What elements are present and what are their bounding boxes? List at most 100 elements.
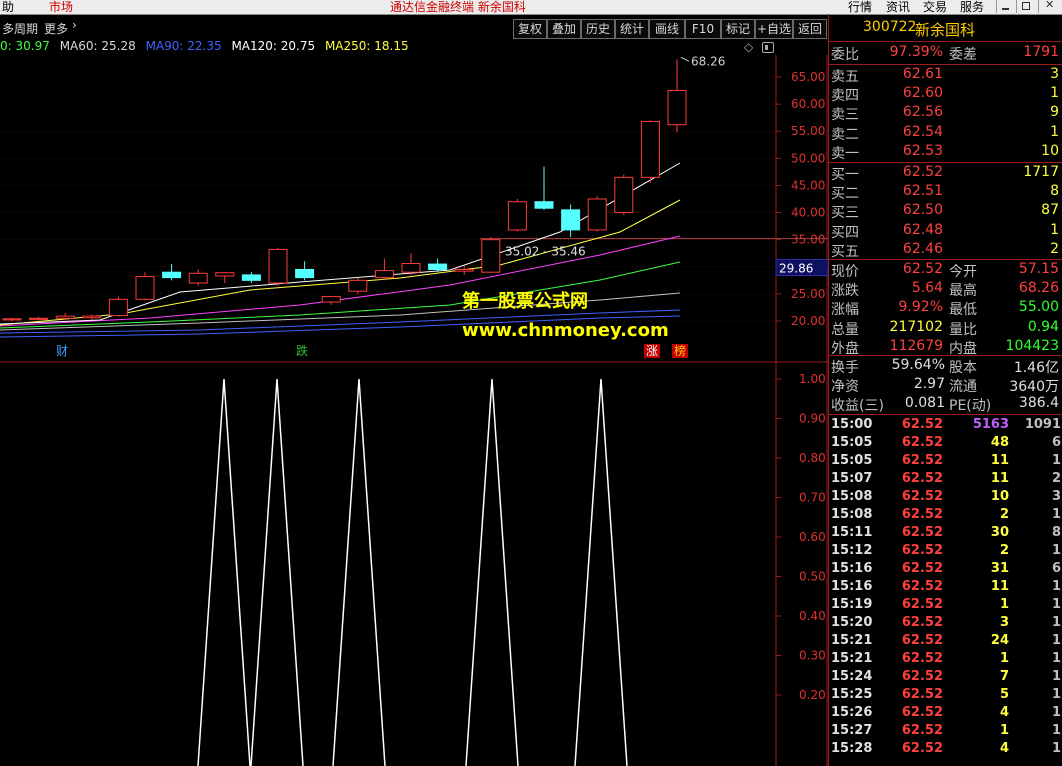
stat-value: 104423 [1005,337,1059,354]
candle-body [640,120,660,178]
tick-price: 62.52 [901,579,943,594]
tick-price: 62.52 [901,705,943,720]
stat-label: 量比 [949,321,977,338]
tick-price: 62.52 [901,453,943,468]
stat-row: 涨跌 5.64 最高 68.26 [829,280,1062,299]
tick-row: 15:20 62.52 3 1 [829,615,1062,633]
candle-body [55,315,75,319]
y-tick-label: 20.00 [791,314,825,328]
ask-label: 卖一 [831,145,859,162]
fund-row: 换手 59.64% 股本 1.46亿 [829,357,1062,376]
tick-time: 15:07 [831,471,873,486]
tick-count: 1 [1051,687,1061,702]
tick-price: 62.52 [901,597,943,612]
diamond-icon[interactable]: ◇ [744,40,753,54]
close-icon[interactable]: ✕ [1038,0,1061,13]
fund-label: 换手 [831,360,859,376]
tick-time: 15:24 [831,669,873,684]
ask-price: 62.54 [902,123,943,140]
button-adjust[interactable]: 复权 [513,19,547,39]
y-tick-label: 50.00 [791,151,825,165]
ask-row: 卖二 62.54 1 [829,124,1062,143]
ma120-value: MA120: 20.75 [231,39,316,53]
fund-value: 59.64% [891,357,945,373]
y-tick-label: 60.00 [791,97,825,111]
event-marker: 财 [56,344,68,358]
button-mark[interactable]: 标记 [721,19,755,39]
candle-body [241,274,261,281]
bid-label: 买三 [831,205,859,222]
bid-row: 买二 62.51 8 [829,183,1062,202]
stat-label: 最低 [949,302,977,319]
y-tick-label: 35.00 [791,233,825,247]
tick-volume: 10 [990,489,1009,504]
menu-service[interactable]: 服务 [960,0,984,15]
tick-count: 6 [1051,435,1061,450]
stat-value: 112679 [889,337,943,354]
tick-price: 62.52 [901,687,943,702]
tick-row: 15:25 62.52 5 1 [829,687,1062,705]
tick-price: 62.52 [901,417,943,432]
button-history[interactable]: 历史 [581,19,615,39]
bid-volume: 87 [1041,202,1059,219]
ask-label: 卖五 [831,69,859,85]
menu-market[interactable]: 市场 [49,0,73,15]
y-tick-label: 0.60 [799,530,826,544]
bid-label: 买二 [831,186,859,203]
fund-value: 2.97 [913,376,945,393]
button-add-watchlist[interactable]: +自选 [755,19,793,39]
wei-cha-value: 1791 [1023,44,1059,60]
button-stats[interactable]: 统计 [615,19,649,39]
stat-label: 最高 [949,283,977,300]
top-menu-bar: 助 市场 通达信金融终端 新余国科 行情 资讯 交易 服务 ✕ [0,0,1062,15]
candle-body [348,279,368,292]
bid-volume: 1 [1050,221,1059,238]
tick-row: 15:21 62.52 24 1 [829,633,1062,651]
tick-row: 15:11 62.52 30 8 [829,525,1062,543]
fund-label: 收益(三) [831,398,884,415]
candle-body [188,272,208,284]
menu-quotes[interactable]: 行情 [848,0,872,15]
window-toggle-icon[interactable] [762,42,774,53]
tick-time: 15:12 [831,543,873,558]
tick-time: 15:27 [831,723,873,738]
ma-legend: 0: 30.97 MA60: 25.28 MA90: 22.35 MA120: … [0,39,415,55]
tick-time: 15:21 [831,651,873,666]
tick-price: 62.52 [901,561,943,576]
more-menu[interactable]: 更多 [44,20,68,37]
restore-icon[interactable] [1016,0,1035,13]
tick-count: 1 [1051,453,1061,468]
ask-label: 卖四 [831,88,859,105]
tick-volume: 1 [999,651,1009,666]
range-label: 35.02 - 35.46 [505,245,586,259]
tick-count: 1 [1051,597,1061,612]
ask-volume: 1 [1050,123,1059,140]
fund-value: 386.4 [1018,395,1059,412]
menu-trade[interactable]: 交易 [923,0,947,15]
stock-code: 300722 [863,19,917,35]
period-selector[interactable]: 多周期 [2,20,38,37]
price-tag-label: 29.86 [779,262,813,276]
stat-value: 217102 [889,318,943,335]
candle-body [667,89,687,126]
candle-body [215,272,235,277]
candle-body [507,201,527,231]
button-back[interactable]: 返回 [793,19,827,39]
minimize-icon[interactable] [996,0,1015,13]
button-draw[interactable]: 画线 [649,19,685,39]
price-chart[interactable]: 65.0060.0055.0050.0045.0040.0035.0030.00… [0,55,828,766]
tick-time: 15:19 [831,597,873,612]
tick-count: 1 [1051,723,1061,738]
chevron-right-icon[interactable]: › [72,18,77,32]
menu-news[interactable]: 资讯 [886,0,910,15]
stat-value: 55.00 [1018,299,1059,316]
button-overlay[interactable]: 叠加 [547,19,581,39]
menu-help[interactable]: 助 [2,0,14,15]
ma250-value: MA250: 18.15 [324,39,409,53]
button-f10[interactable]: F10 [685,19,721,39]
ask-label: 卖二 [831,126,859,143]
chart-toolbar: 多周期 更多 › 复权 叠加 历史 统计 画线 F10 标记 +自选 返回 [0,18,828,39]
tick-row: 15:27 62.52 1 1 [829,723,1062,741]
tick-price: 62.52 [901,723,943,738]
tick-row: 15:16 62.52 11 1 [829,579,1062,597]
